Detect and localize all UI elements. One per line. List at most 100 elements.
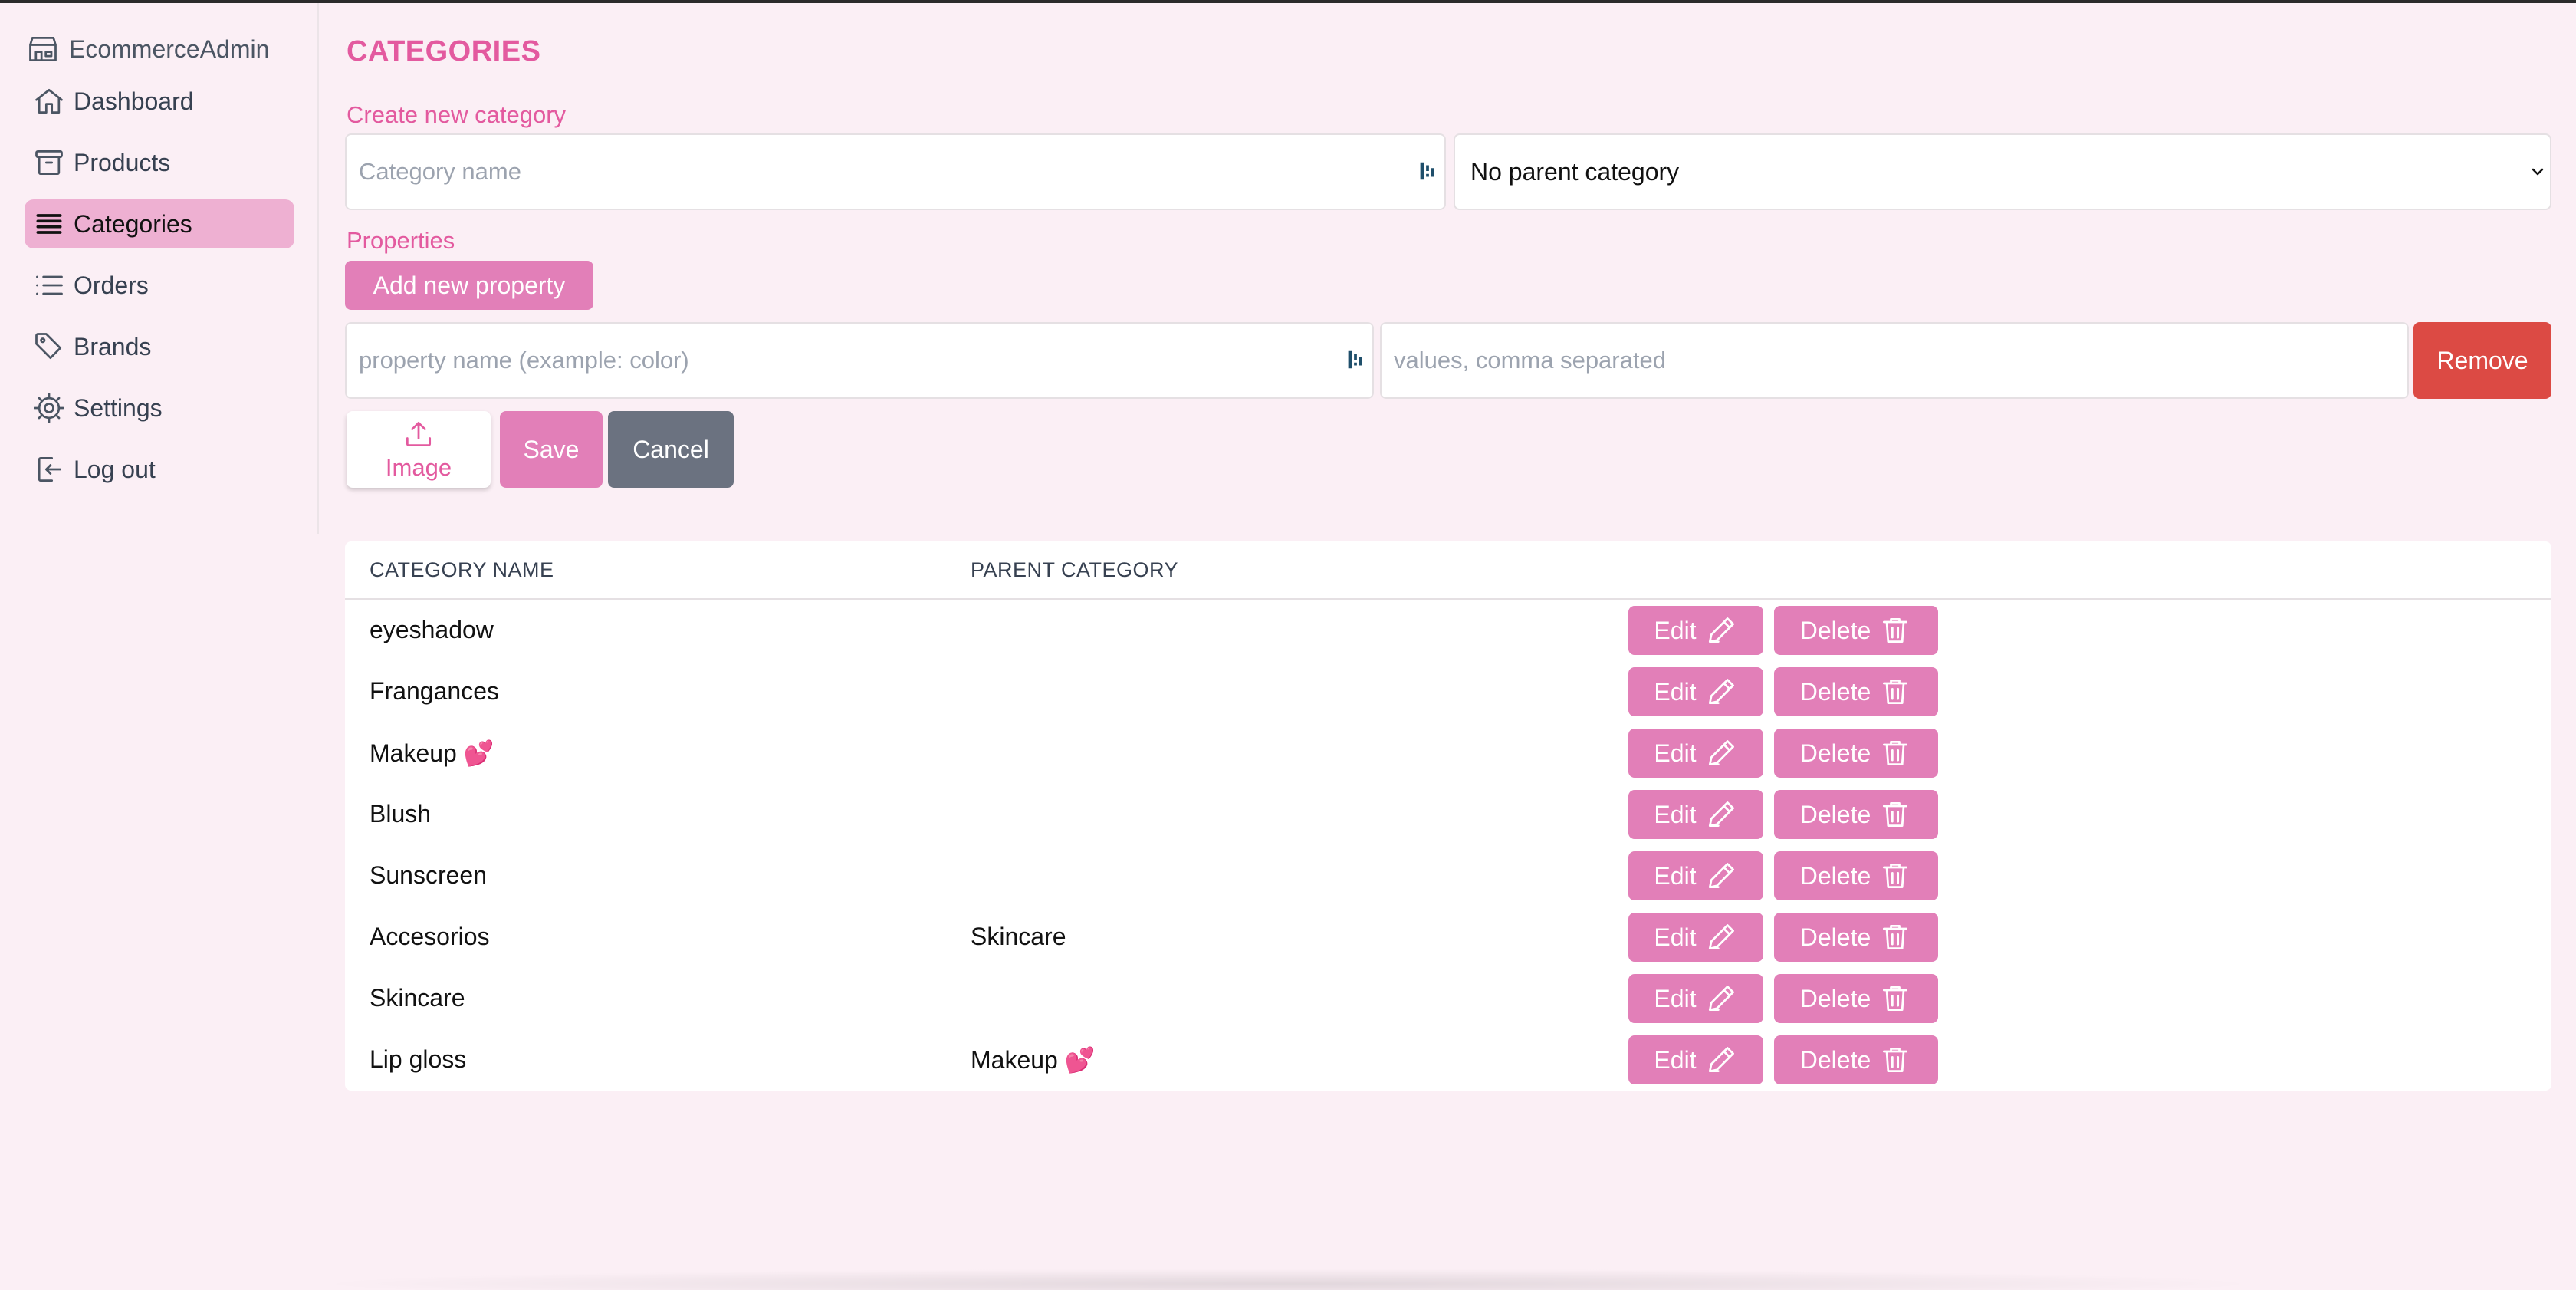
- table-row: Skincare Edit Delete: [345, 968, 2551, 1029]
- edit-icon: [1708, 986, 1734, 1012]
- edit-button[interactable]: Edit: [1628, 606, 1763, 655]
- sidebar-item-label: Categories: [74, 209, 192, 238]
- gear-icon: [34, 393, 64, 423]
- delete-button[interactable]: Delete: [1774, 729, 1938, 778]
- edit-label: Edit: [1654, 1045, 1697, 1074]
- edit-label: Edit: [1654, 923, 1697, 951]
- parent-category-cell: Skincare: [971, 923, 1066, 950]
- category-name-cell: Lip gloss: [370, 1045, 467, 1073]
- edit-icon: [1708, 924, 1734, 950]
- brand[interactable]: EcommerceAdmin: [26, 29, 317, 69]
- delete-label: Delete: [1799, 984, 1871, 1012]
- chevron-down-icon: [2532, 168, 2544, 176]
- edit-button[interactable]: Edit: [1628, 729, 1763, 778]
- brand-name: EcommerceAdmin: [69, 35, 270, 63]
- create-category-label: Create new category: [347, 101, 567, 128]
- delete-button[interactable]: Delete: [1774, 974, 1938, 1023]
- delete-button[interactable]: Delete: [1774, 606, 1938, 655]
- page-title: CATEGORIES: [347, 35, 541, 67]
- edit-button[interactable]: Edit: [1628, 974, 1763, 1023]
- column-header-category-name: CATEGORY NAME: [370, 558, 554, 581]
- sidebar-item-orders[interactable]: Orders: [25, 261, 294, 310]
- parent-category-value: No parent category: [1470, 157, 1680, 186]
- sidebar-item-label: Log out: [74, 455, 156, 483]
- table-header: CATEGORY NAME PARENT CATEGORY: [345, 541, 2551, 600]
- trash-icon: [1883, 801, 1908, 828]
- cancel-button[interactable]: Cancel: [608, 411, 734, 488]
- edit-icon: [1708, 801, 1734, 828]
- delete-label: Delete: [1799, 1045, 1871, 1074]
- trash-icon: [1883, 863, 1908, 889]
- edit-icon: [1708, 740, 1734, 766]
- archive-box-icon: [35, 150, 63, 176]
- edit-label: Edit: [1654, 861, 1697, 890]
- property-name-input[interactable]: [345, 322, 1374, 399]
- delete-label: Delete: [1799, 861, 1871, 890]
- trash-icon: [1883, 986, 1908, 1012]
- add-new-property-button[interactable]: Add new property: [345, 261, 593, 310]
- edit-button[interactable]: Edit: [1628, 913, 1763, 962]
- sidebar-item-settings[interactable]: Settings: [25, 383, 294, 433]
- delete-label: Delete: [1799, 923, 1871, 951]
- categories-table: CATEGORY NAME PARENT CATEGORY eyeshadow E…: [345, 541, 2551, 1091]
- image-upload-button[interactable]: Image: [347, 411, 491, 488]
- delete-button[interactable]: Delete: [1774, 913, 1938, 962]
- password-manager-icon[interactable]: [1418, 160, 1437, 183]
- parent-category-select[interactable]: No parent category: [1454, 133, 2551, 210]
- sidebar-item-label: Orders: [74, 271, 149, 299]
- trash-icon: [1883, 617, 1908, 643]
- sidebar-item-categories[interactable]: Categories: [25, 199, 294, 248]
- table-row: Frangances Edit Delete: [345, 661, 2551, 722]
- sidebar-item-label: Brands: [74, 332, 152, 360]
- table-body: eyeshadow Edit Delete Frangances Edit Delete M…: [345, 600, 2551, 1091]
- delete-button[interactable]: Delete: [1774, 851, 1938, 900]
- edit-button[interactable]: Edit: [1628, 667, 1763, 716]
- trash-icon: [1883, 924, 1908, 950]
- image-upload-label: Image: [385, 454, 452, 481]
- properties-label: Properties: [347, 227, 455, 254]
- sidebar-item-logout[interactable]: Log out: [25, 445, 294, 494]
- delete-button[interactable]: Delete: [1774, 1035, 1938, 1084]
- list-icon: [36, 275, 63, 295]
- password-manager-icon[interactable]: [1346, 348, 1365, 371]
- edit-icon: [1708, 1047, 1734, 1073]
- category-name-input[interactable]: [345, 133, 1446, 210]
- store-icon: [29, 36, 57, 62]
- trash-icon: [1883, 740, 1908, 766]
- sidebar-item-brands[interactable]: Brands: [25, 322, 294, 371]
- edit-label: Edit: [1654, 800, 1697, 828]
- edit-button[interactable]: Edit: [1628, 851, 1763, 900]
- trash-icon: [1883, 679, 1908, 705]
- remove-property-button[interactable]: Remove: [2413, 322, 2551, 399]
- property-values-input[interactable]: [1380, 322, 2409, 399]
- delete-label: Delete: [1799, 677, 1871, 706]
- category-name-cell: Blush: [370, 800, 432, 828]
- sidebar-item-products[interactable]: Products: [25, 138, 294, 187]
- sidebar-item-label: Settings: [74, 393, 163, 422]
- delete-button[interactable]: Delete: [1774, 667, 1938, 716]
- window-shadow: [307, 1269, 2269, 1290]
- delete-button[interactable]: Delete: [1774, 790, 1938, 839]
- parent-category-cell: Makeup 💕: [971, 1046, 1096, 1074]
- category-name-cell: Makeup 💕: [370, 739, 495, 767]
- sidebar-item-dashboard[interactable]: Dashboard: [25, 77, 294, 126]
- save-button[interactable]: Save: [500, 411, 603, 488]
- edit-label: Edit: [1654, 677, 1697, 706]
- category-name-cell: Skincare: [370, 984, 465, 1012]
- category-name-cell: Frangances: [370, 677, 499, 705]
- table-row: Lip gloss Makeup 💕 Edit Delete: [345, 1029, 2551, 1091]
- delete-label: Delete: [1799, 616, 1871, 644]
- edit-label: Edit: [1654, 616, 1697, 644]
- edit-icon: [1708, 863, 1734, 889]
- upload-icon: [406, 421, 432, 447]
- sidebar-nav: Dashboard Products Categories Orders Bra…: [0, 77, 317, 494]
- home-icon: [35, 88, 63, 114]
- table-row: Makeup 💕 Edit Delete: [345, 722, 2551, 784]
- edit-button[interactable]: Edit: [1628, 1035, 1763, 1084]
- sidebar-item-label: Dashboard: [74, 87, 194, 115]
- category-name-cell: Sunscreen: [370, 861, 487, 889]
- tag-icon: [35, 333, 62, 360]
- delete-label: Delete: [1799, 800, 1871, 828]
- edit-button[interactable]: Edit: [1628, 790, 1763, 839]
- delete-label: Delete: [1799, 739, 1871, 767]
